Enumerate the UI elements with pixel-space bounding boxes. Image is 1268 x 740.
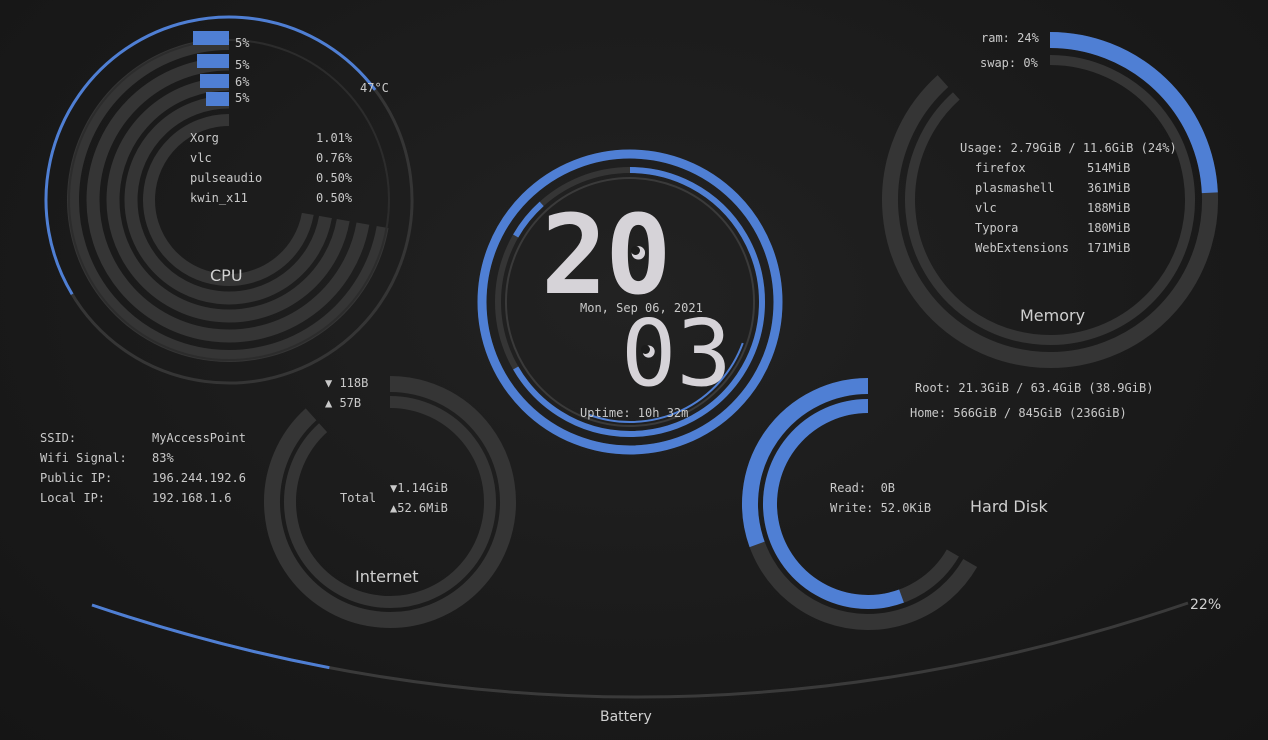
- disk-write: Write: 52.0KiB: [830, 501, 932, 515]
- cpu-process-value: 0.50%: [316, 191, 353, 205]
- desktop-widget-stage: 5% 5% 6% 5% 47°C Xorg 1.01% vlc 0.76% pu…: [0, 0, 1268, 740]
- clock-minute-dot: [641, 345, 650, 354]
- cpu-core-value-3: 6%: [235, 75, 250, 89]
- memory-process-name: Typora: [975, 221, 1019, 235]
- cpu-process-value: 0.50%: [316, 171, 353, 185]
- memory-process-value: 188MiB: [1087, 201, 1131, 215]
- wifi-signal: 83%: [152, 451, 174, 465]
- wifi-local-ip: 192.168.1.6: [152, 491, 232, 505]
- cpu-temperature: 47°C: [360, 81, 389, 95]
- wifi-public-ip: 196.244.192.6: [152, 471, 246, 485]
- internet-total-upload: ▲52.6MiB: [390, 501, 448, 515]
- internet-upload-rate: ▲ 57B: [325, 396, 362, 410]
- internet-total-download: ▼1.14GiB: [390, 481, 448, 495]
- wifi-signal-label: Wifi Signal:: [40, 451, 127, 465]
- disk-home: Home: 566GiB / 845GiB (236GiB): [910, 406, 1127, 420]
- clock-uptime: Uptime: 10h 32m: [580, 406, 689, 420]
- cpu-core-value-4: 5%: [235, 91, 250, 105]
- memory-process-value: 514MiB: [1087, 161, 1131, 175]
- clock-hour-dot: [631, 246, 640, 255]
- memory-process-name: firefox: [975, 161, 1026, 175]
- cpu-process-value: 0.76%: [316, 151, 353, 165]
- memory-label: Memory: [1020, 306, 1086, 325]
- disk-read: Read: 0B: [830, 481, 896, 495]
- memory-usage: Usage: 2.79GiB / 11.6GiB (24%): [960, 141, 1177, 155]
- clock-hour: 20: [541, 191, 671, 319]
- cpu-core-value-1: 5%: [235, 36, 250, 50]
- cpu-process-value: 1.01%: [316, 131, 353, 145]
- battery-gauges: [91, 601, 1189, 699]
- internet-download-rate: ▼ 118B: [325, 376, 369, 390]
- disk-root: Root: 21.3GiB / 63.4GiB (38.9GiB): [915, 381, 1154, 395]
- battery-label: Battery: [600, 709, 652, 725]
- memory-ram: ram: 24%: [981, 31, 1039, 45]
- clock-minute: 03: [621, 300, 732, 407]
- memory-process-name: WebExtensions: [975, 241, 1069, 255]
- memory-swap: swap: 0%: [980, 56, 1038, 70]
- cpu-process-name: pulseaudio: [190, 171, 263, 185]
- disk-label: Hard Disk: [970, 497, 1048, 516]
- memory-process-value: 180MiB: [1087, 221, 1131, 235]
- cpu-core-value-2: 5%: [235, 58, 250, 72]
- cpu-core-bar-4: [206, 92, 229, 106]
- memory-process-value: 171MiB: [1087, 241, 1131, 255]
- wifi-ssid-label: SSID:: [40, 431, 77, 445]
- wifi-ssid: MyAccessPoint: [152, 431, 246, 445]
- battery-value: 22%: [1190, 597, 1222, 613]
- cpu-process-name: kwin_x11: [190, 191, 248, 205]
- cpu-core-bar-1: [193, 31, 229, 45]
- wifi-public-ip-label: Public IP:: [40, 471, 113, 485]
- memory-process-value: 361MiB: [1087, 181, 1131, 195]
- cpu-process-name: vlc: [190, 151, 212, 165]
- cpu-label: CPU: [210, 266, 243, 285]
- cpu-core-bar-3: [200, 74, 229, 88]
- cpu-core-bar-2: [197, 54, 229, 68]
- cpu-process-name: Xorg: [190, 131, 219, 145]
- internet-total-label: Total: [340, 491, 377, 505]
- wifi-local-ip-label: Local IP:: [40, 491, 106, 505]
- battery-track: [91, 601, 1189, 699]
- internet-label: Internet: [355, 567, 419, 586]
- memory-process-name: plasmashell: [975, 181, 1055, 195]
- memory-swap-track: [905, 55, 1195, 345]
- memory-process-name: vlc: [975, 201, 997, 215]
